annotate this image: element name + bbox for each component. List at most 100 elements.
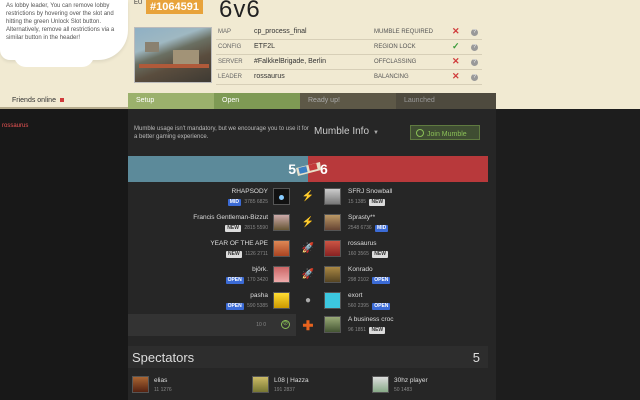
help-icon[interactable]: ? bbox=[471, 44, 478, 51]
stat-games: 191 bbox=[274, 387, 283, 393]
player-name[interactable]: rossaurus bbox=[348, 240, 377, 247]
help-icon[interactable]: ? bbox=[471, 74, 478, 81]
player-name[interactable]: YEAR OF THE APE bbox=[210, 240, 268, 247]
info-row-map: MAP cp_process_final MUMBLE REQUIRED ✕ ? bbox=[216, 25, 482, 40]
blu-slot[interactable]: Francis Gentleman-Bizzut NEW 2815 5590 bbox=[128, 211, 296, 235]
help-icon[interactable]: ? bbox=[471, 29, 478, 36]
team-score-bar: 5 6 bbox=[128, 156, 488, 182]
avatar[interactable] bbox=[324, 266, 341, 283]
friends-panel: rossaurus bbox=[0, 109, 128, 400]
help-bubble: As lobby leader, You can remove lobby re… bbox=[0, 0, 128, 60]
setting-label: MUMBLE REQUIRED bbox=[374, 29, 434, 35]
info-row-server: SERVER #FalkkelBrigade, Berlin OFFCLASSI… bbox=[216, 55, 482, 70]
setting-on-icon[interactable]: ✓ bbox=[452, 41, 460, 52]
player-name[interactable]: 30hz player bbox=[394, 377, 428, 384]
soldier-class-icon: 🚀 bbox=[301, 243, 315, 254]
info-key: LEADER bbox=[218, 74, 243, 80]
friends-online-toggle[interactable]: Friends online bbox=[0, 93, 128, 109]
stat-hours: 2711 bbox=[257, 251, 268, 257]
spectator-item[interactable]: 30hz player 50 1483 bbox=[370, 376, 490, 400]
player-stats: NEW 2815 5590 bbox=[223, 225, 268, 232]
skill-badge: NEW bbox=[226, 251, 242, 258]
red-slot[interactable]: SFRJ Snowball 15 1385 NEW bbox=[320, 185, 488, 209]
player-name[interactable]: Konrado bbox=[348, 266, 373, 273]
lobby-progress-bar: Friends online Setup Open Ready up! Laun… bbox=[0, 93, 640, 109]
stat-games: 11 bbox=[154, 387, 160, 393]
player-name[interactable]: Sprasty** bbox=[348, 214, 375, 221]
player-stats: 560 2395 OPEN bbox=[348, 303, 392, 310]
spectators-title: Spectators bbox=[132, 350, 195, 365]
join-mumble-button[interactable]: Join Mumble bbox=[410, 125, 480, 140]
slot-requirements: 10 0 bbox=[256, 322, 266, 328]
stat-hours: 1276 bbox=[160, 387, 172, 393]
stat-hours: 1851 bbox=[354, 327, 367, 333]
soldier-class-icon: 🚀 bbox=[301, 269, 315, 280]
avatar[interactable] bbox=[273, 292, 290, 309]
avatar[interactable] bbox=[273, 188, 290, 205]
step-ready-up: Ready up! bbox=[300, 93, 396, 109]
avatar[interactable] bbox=[324, 214, 341, 231]
red-team-bar: 6 bbox=[308, 156, 488, 182]
avatar[interactable] bbox=[132, 376, 149, 393]
player-name[interactable]: elias bbox=[154, 377, 167, 384]
spectators-count: 5 bbox=[472, 350, 480, 365]
setting-off-icon[interactable]: ✕ bbox=[452, 26, 460, 37]
help-icon[interactable]: ? bbox=[471, 59, 478, 66]
skill-badge: OPEN bbox=[225, 303, 244, 310]
stat-games: 96 bbox=[348, 327, 354, 333]
friend-item[interactable]: rossaurus bbox=[2, 123, 28, 129]
red-slot[interactable]: exort 560 2395 OPEN bbox=[320, 289, 488, 313]
player-name[interactable]: RHAPSODY bbox=[232, 188, 268, 195]
info-key: CONFIG bbox=[218, 44, 242, 50]
spectators-section: Spectators 5 elias 11 1276 L08 | Hazza 1… bbox=[128, 346, 496, 400]
avatar[interactable] bbox=[324, 292, 341, 309]
stat-hours: 3420 bbox=[256, 277, 268, 283]
skill-badge: OPEN bbox=[372, 303, 391, 310]
3d-glasses-icon bbox=[296, 162, 321, 176]
avatar[interactable] bbox=[324, 316, 341, 333]
avatar[interactable] bbox=[273, 266, 290, 283]
player-stats: 298 2102 OPEN bbox=[348, 277, 392, 284]
player-name[interactable]: A business croc bbox=[348, 316, 394, 323]
mumble-info-title: Mumble Info bbox=[314, 126, 370, 137]
player-name[interactable]: Francis Gentleman-Bizzut bbox=[193, 214, 268, 221]
mumble-info-toggle[interactable]: Mumble Info ▼ bbox=[314, 126, 379, 137]
setting-label: REGION LOCK bbox=[374, 44, 416, 50]
red-slot[interactable]: Sprasty** 2548 6736 MID bbox=[320, 211, 488, 235]
avatar[interactable] bbox=[324, 240, 341, 257]
player-name[interactable]: SFRJ Snowball bbox=[348, 188, 392, 195]
info-value: cp_process_final bbox=[254, 28, 307, 35]
avatar[interactable] bbox=[252, 376, 269, 393]
empty-blu-slot[interactable]: 10 0 ⊘ bbox=[128, 314, 296, 336]
scout-class-icon: ⚡ bbox=[301, 191, 315, 202]
skill-badge: OPEN bbox=[372, 277, 391, 284]
red-slot[interactable]: Konrado 298 2102 OPEN bbox=[320, 263, 488, 287]
spectator-item[interactable]: elias 11 1276 bbox=[130, 376, 250, 400]
player-name[interactable]: L08 | Hazza bbox=[274, 377, 309, 384]
blu-slot[interactable]: YEAR OF THE APE NEW 1126 2711 bbox=[128, 237, 296, 261]
lobby-id-badge: #1064591 bbox=[146, 0, 203, 14]
step-launched: Launched bbox=[396, 93, 496, 109]
blu-slot[interactable]: björk. OPEN 170 3420 bbox=[128, 263, 296, 287]
player-name[interactable]: exort bbox=[348, 292, 362, 299]
setting-off-icon[interactable]: ✕ bbox=[452, 56, 460, 67]
avatar[interactable] bbox=[273, 240, 290, 257]
stat-games: 1126 bbox=[245, 251, 256, 257]
stat-games: 170 bbox=[247, 277, 256, 283]
blu-slot[interactable]: RHAPSODY MID 3785 6825 bbox=[128, 185, 296, 209]
demoman-class-icon: ● bbox=[304, 295, 312, 306]
avatar[interactable] bbox=[273, 214, 290, 231]
skill-badge: OPEN bbox=[225, 277, 244, 284]
blu-slot[interactable]: pasha OPEN 590 5385 bbox=[128, 289, 296, 313]
avatar[interactable] bbox=[372, 376, 389, 393]
player-name[interactable]: björk. bbox=[252, 266, 268, 273]
setting-off-icon[interactable]: ✕ bbox=[452, 71, 460, 82]
red-slot[interactable]: rossaurus 160 3565 NEW bbox=[320, 237, 488, 261]
spectator-item[interactable]: L08 | Hazza 191 2837 bbox=[250, 376, 370, 400]
restriction-icon[interactable]: ⊘ bbox=[281, 320, 290, 329]
red-slot[interactable]: A business croc 96 1851 NEW bbox=[320, 313, 488, 337]
lobby-region: EU bbox=[134, 0, 143, 6]
info-value: ETF2L bbox=[254, 43, 276, 50]
player-name[interactable]: pasha bbox=[250, 292, 268, 299]
avatar[interactable] bbox=[324, 188, 341, 205]
